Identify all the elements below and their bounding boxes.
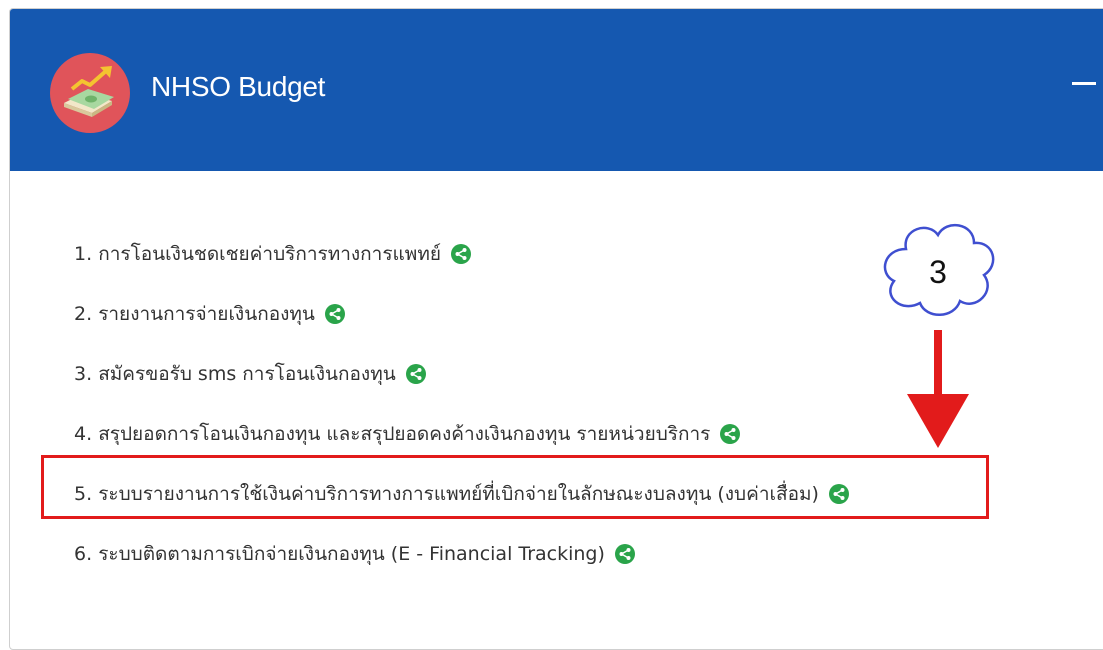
share-icon[interactable] bbox=[405, 364, 426, 384]
panel-title: NHSO Budget bbox=[151, 71, 326, 102]
down-arrow-icon bbox=[907, 330, 969, 448]
item-number: 4. bbox=[74, 423, 93, 445]
item-link[interactable]: การโอนเงินชดเชยค่าบริการทางการแพทย์ bbox=[98, 239, 441, 269]
list-item[interactable]: 3. สมัครขอรับ sms การโอนเงินกองทุน bbox=[74, 344, 849, 404]
minus-icon[interactable] bbox=[1072, 82, 1096, 85]
list-item[interactable]: 1. การโอนเงินชดเชยค่าบริการทางการแพทย์ bbox=[74, 224, 849, 284]
item-number: 6. bbox=[74, 543, 93, 565]
item-link[interactable]: รายงานการจ่ายเงินกองทุน bbox=[98, 299, 315, 329]
item-link[interactable]: สรุปยอดการโอนเงินกองทุน และสรุปยอดคงค้าง… bbox=[98, 419, 710, 449]
share-icon[interactable] bbox=[324, 304, 345, 324]
step-callout-cloud: 3 bbox=[883, 223, 995, 316]
share-icon[interactable] bbox=[451, 244, 471, 264]
item-link[interactable]: สมัครขอรับ sms การโอนเงินกองทุน bbox=[98, 359, 396, 389]
item-number: 3. bbox=[74, 363, 93, 385]
highlight-box bbox=[41, 455, 989, 519]
item-number: 1. bbox=[74, 243, 93, 265]
list-item[interactable]: 6. ระบบติดตามการเบิกจ่ายเงินกองทุน (E - … bbox=[74, 524, 849, 584]
share-icon[interactable] bbox=[614, 544, 635, 564]
panel-header: NHSO Budget bbox=[10, 9, 1103, 171]
report-link-list: 1. การโอนเงินชดเชยค่าบริการทางการแพทย์ 2… bbox=[74, 224, 849, 584]
item-link[interactable]: ระบบติดตามการเบิกจ่ายเงินกองทุน (E - Fin… bbox=[98, 539, 605, 569]
step-number: 3 bbox=[929, 254, 947, 290]
list-item[interactable]: 2. รายงานการจ่ายเงินกองทุน bbox=[74, 284, 849, 344]
nhso-budget-panel: NHSO Budget 1. การโอนเงินชดเชยค่าบริการท… bbox=[9, 8, 1103, 650]
money-chart-icon bbox=[50, 53, 130, 133]
item-number: 2. bbox=[74, 303, 93, 325]
share-icon[interactable] bbox=[720, 424, 741, 444]
